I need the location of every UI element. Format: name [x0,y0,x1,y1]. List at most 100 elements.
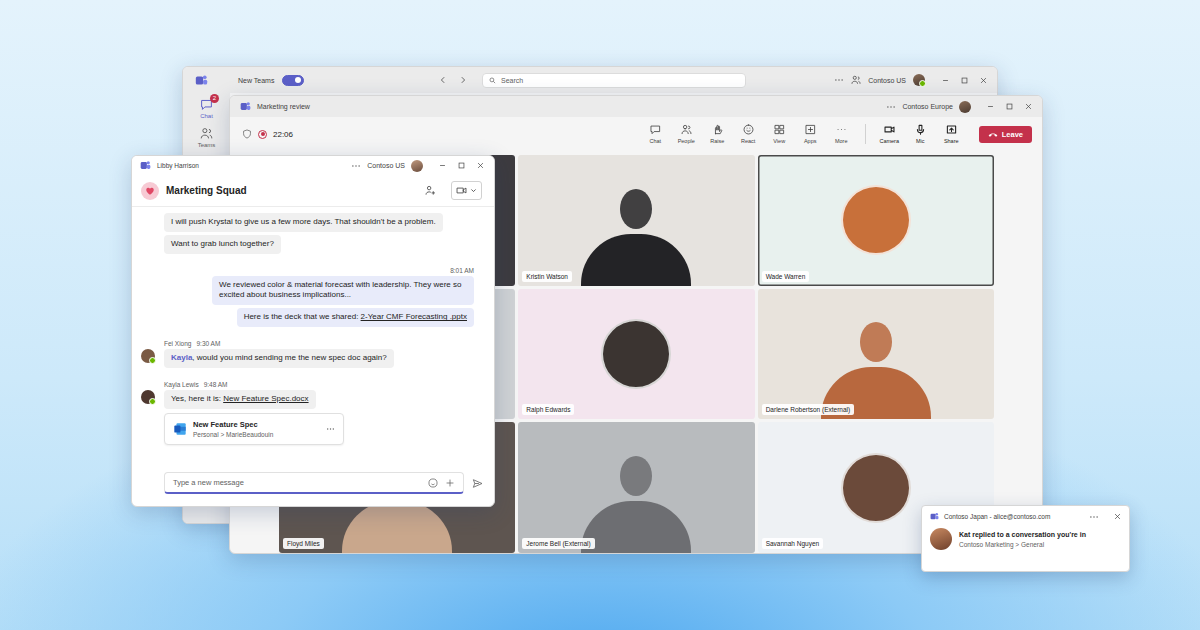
mic-icon [915,124,926,135]
toolbar-button[interactable]: Raise [706,124,729,144]
toolbar-button[interactable]: Apps [799,124,822,144]
close-icon[interactable] [1114,513,1121,520]
tenant-name: Contoso Europe [902,103,953,110]
people-icon[interactable] [851,75,861,85]
participant-tile[interactable]: Jerome Bell (External) [518,422,754,553]
toolbar-button[interactable]: React [737,124,760,144]
more-options-icon[interactable] [1089,515,1099,519]
plus-icon[interactable] [445,478,455,488]
minimize-icon[interactable] [439,162,446,169]
account-avatar[interactable] [913,74,925,86]
close-icon[interactable] [980,77,987,84]
forward-arrow-icon[interactable] [459,76,467,84]
recording-dot [261,132,265,136]
minimize-icon[interactable] [987,103,994,110]
maximize-icon[interactable] [1006,103,1013,110]
toolbar-button[interactable]: Share [940,124,963,144]
message: 8:01 AM We reviewed color & material fore… [141,267,474,306]
word-document-icon [173,422,187,436]
toast-account: Contoso Japan - alice@contoso.com [944,513,1050,520]
participant-tile[interactable]: Kristin Watson [518,155,754,286]
search-icon [489,77,496,84]
message-author: Kayla Lewis [164,381,199,388]
close-icon[interactable] [477,162,484,169]
search-box[interactable]: Search [482,73,746,88]
message-row: Kayla, would you mind sending me the new… [141,349,474,368]
presence-dot [149,357,156,364]
toolbar-button[interactable]: Camera [878,124,901,144]
message-row: Yes, here it is: New Feature Spec.docxNe… [141,390,474,445]
participant-name: Floyd Miles [283,538,324,549]
new-teams-toggle[interactable] [282,75,304,86]
rail-item[interactable]: Teams [198,127,216,148]
toolbar-button[interactable]: Mic [909,124,932,144]
sender-avatar[interactable] [141,349,155,363]
message: I will push Krystal to give us a few mor… [141,213,474,232]
minimize-icon[interactable] [942,77,949,84]
participant-name: Savannah Nguyen [762,538,824,549]
avatar-slot [141,349,155,363]
mention[interactable]: Kayla [171,353,192,362]
chat-header: Marketing Squad [132,175,494,207]
unread-badge: 2 [210,94,219,103]
participant-tile[interactable]: Darlene Robertson (External) [758,289,994,420]
close-icon[interactable] [1025,103,1032,110]
more-icon [836,124,847,135]
teams-logo-icon [140,160,151,171]
more-options-icon[interactable] [834,78,844,82]
message-row: We reviewed color & material forecast wi… [141,276,474,306]
add-people-icon[interactable] [425,185,436,196]
account-avatar[interactable] [959,101,971,113]
meeting-title: Marketing review [257,103,310,110]
person-body [342,501,452,553]
leave-button[interactable]: Leave [979,126,1032,143]
participant-name: Wade Warren [762,271,810,282]
raise-hand-icon [712,124,723,135]
group-avatar [141,182,159,200]
toolbar-separator [865,124,866,144]
tenant-name: Contoso US [868,77,906,84]
chevron-down-icon [470,187,477,194]
more-options-icon[interactable] [326,427,335,431]
account-avatar[interactable] [411,160,423,172]
message-body: Here is the deck that we shared: 2-Year … [141,308,474,327]
file-link[interactable]: New Feature Spec.docx [223,394,308,403]
more-options-icon[interactable] [886,105,896,109]
message-text: , would you mind sending me the new spec… [192,353,386,362]
toolbar-label: Mic [916,138,925,144]
back-arrow-icon[interactable] [439,76,447,84]
window-controls [942,77,987,84]
teams-logo-icon [240,101,251,112]
maximize-icon[interactable] [458,162,465,169]
toolbar-button[interactable]: More [830,124,853,144]
message-body: Yes, here it is: New Feature Spec.docxNe… [164,390,474,445]
message-meta: Kayla Lewis9:48 AM [164,381,474,388]
toolbar-button[interactable]: People [675,124,698,144]
more-options-icon[interactable] [351,164,361,168]
person-body [581,501,691,553]
message-bubble: I will push Krystal to give us a few mor… [164,213,443,232]
title-bar: New TeamsSearchContoso US [183,67,997,93]
participant-tile[interactable]: Wade Warren [758,155,994,286]
send-icon[interactable] [472,478,483,489]
participant-tile[interactable]: Ralph Edwards [518,289,754,420]
maximize-icon[interactable] [961,77,968,84]
toolbar-label: More [835,138,848,144]
message-list: I will push Krystal to give us a few mor… [132,207,494,472]
title-right: Contoso US [746,74,987,86]
message-meta: 8:01 AM [141,267,474,274]
rail-item[interactable]: 2Chat [200,98,213,119]
file-link[interactable]: 2-Year CMF Forecasting .pptx [361,312,467,321]
video-call-button[interactable] [451,181,482,200]
message-input[interactable]: Type a new message [164,472,464,494]
toolbar-button[interactable]: View [768,124,791,144]
sender-avatar[interactable] [141,390,155,404]
message-bubble: Yes, here it is: New Feature Spec.docx [164,390,316,409]
notification-toast[interactable]: Contoso Japan - alice@contoso.com Kat rep… [921,505,1130,572]
toolbar-button[interactable]: Chat [644,124,667,144]
meeting-toolbar: 22:06ChatPeopleRaiseReactViewAppsMoreCam… [230,117,1042,151]
emoji-icon[interactable] [428,478,438,488]
toast-title: Kat replied to a conversation you're in [959,531,1086,538]
presence-dot [919,80,926,87]
file-card[interactable]: New Feature SpecPersonal > MarieBeaudoui… [164,413,344,445]
